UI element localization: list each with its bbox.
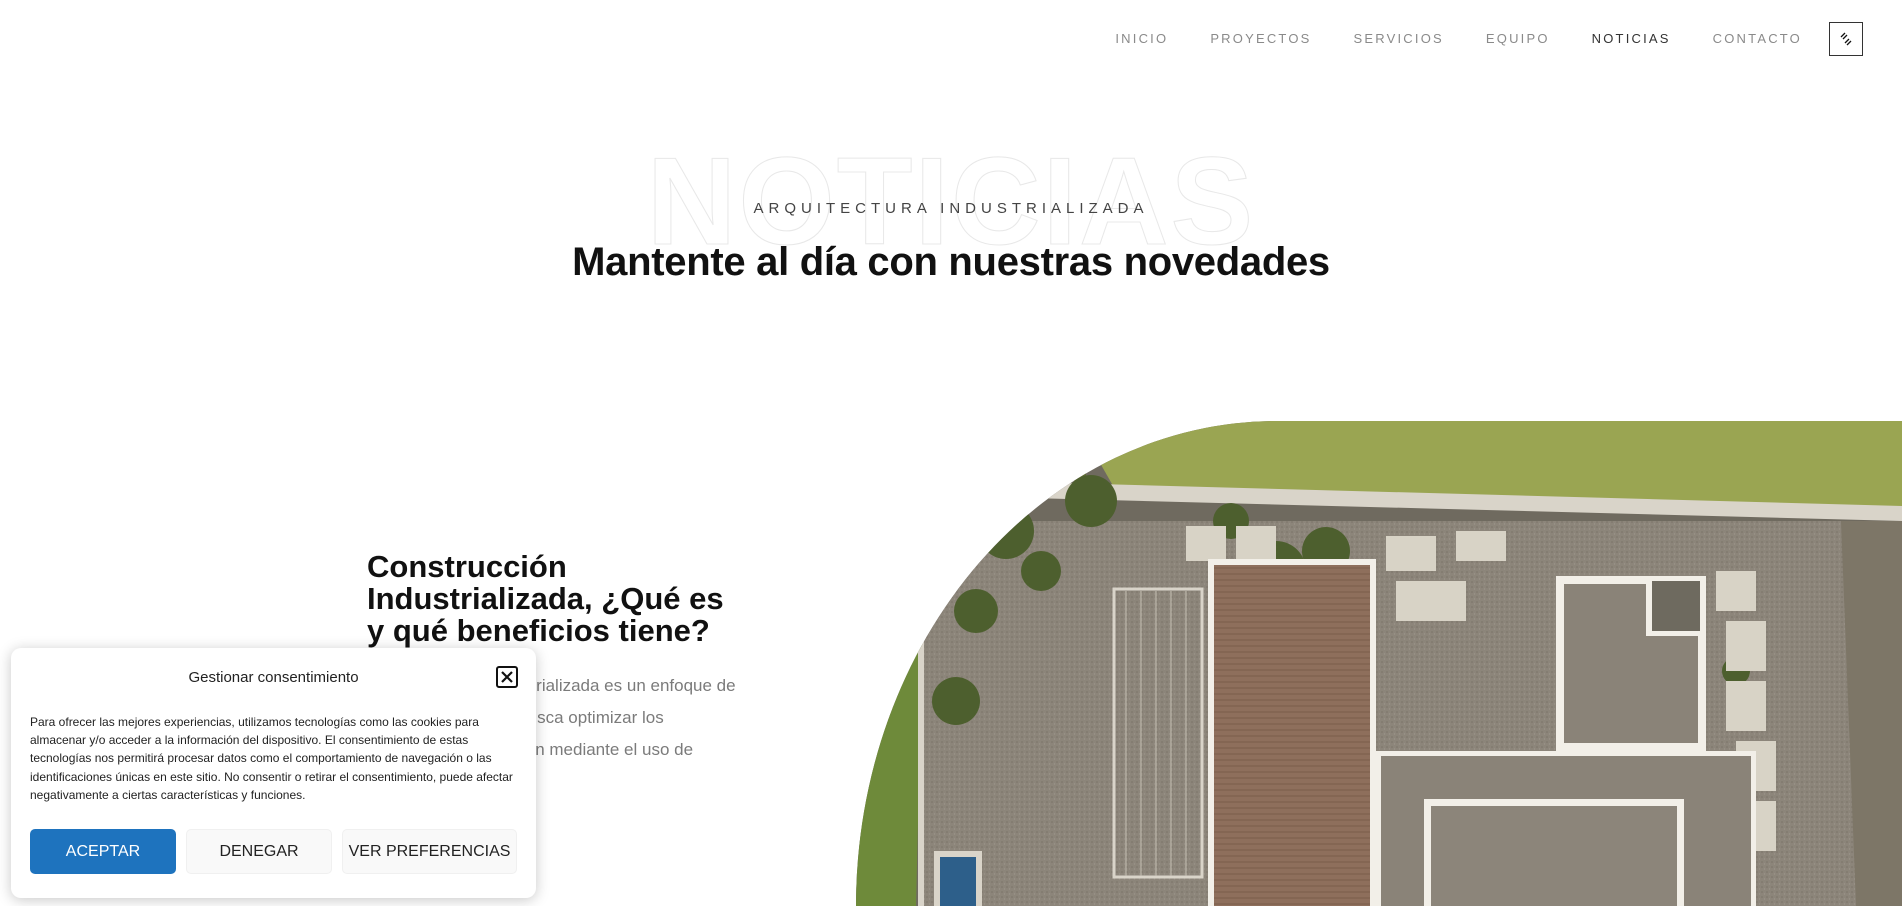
close-cookie-button[interactable] (496, 666, 518, 688)
article-image[interactable] (856, 421, 1902, 906)
nav-item-contacto[interactable]: CONTACTO (1713, 31, 1802, 46)
nav-item-proyectos[interactable]: PROYECTOS (1210, 31, 1311, 46)
top-navigation: INICIO PROYECTOS SERVICIOS EQUIPO NOTICI… (0, 0, 1902, 78)
nav-item-equipo[interactable]: EQUIPO (1486, 31, 1550, 46)
view-preferences-button[interactable]: VER PREFERENCIAS (342, 829, 517, 874)
deny-cookies-button[interactable]: DENEGAR (186, 829, 332, 874)
link-toggle-icon (1840, 32, 1852, 46)
nav-toggle-button[interactable] (1829, 22, 1863, 56)
nav-item-noticias[interactable]: NOTICIAS (1592, 31, 1671, 46)
page-title: Mantente al día con nuestras novedades (572, 240, 1330, 284)
nav-menu: INICIO PROYECTOS SERVICIOS EQUIPO NOTICI… (1073, 31, 1802, 46)
nav-item-servicios[interactable]: SERVICIOS (1354, 31, 1444, 46)
close-icon (501, 671, 513, 683)
cookie-dialog-text: Para ofrecer las mejores experiencias, u… (30, 715, 513, 802)
cookie-dialog-title: Gestionar consentimiento (188, 669, 359, 686)
section-eyebrow: ARQUITECTURA INDUSTRIALIZADA (753, 200, 1149, 217)
accept-cookies-button[interactable]: ACEPTAR (30, 829, 176, 874)
article-title[interactable]: Construcción Industrializada, ¿Qué es y … (367, 551, 747, 647)
cookie-consent-dialog: Gestionar consentimiento Para ofrecer la… (11, 648, 536, 898)
nav-item-inicio[interactable]: INICIO (1115, 31, 1168, 46)
